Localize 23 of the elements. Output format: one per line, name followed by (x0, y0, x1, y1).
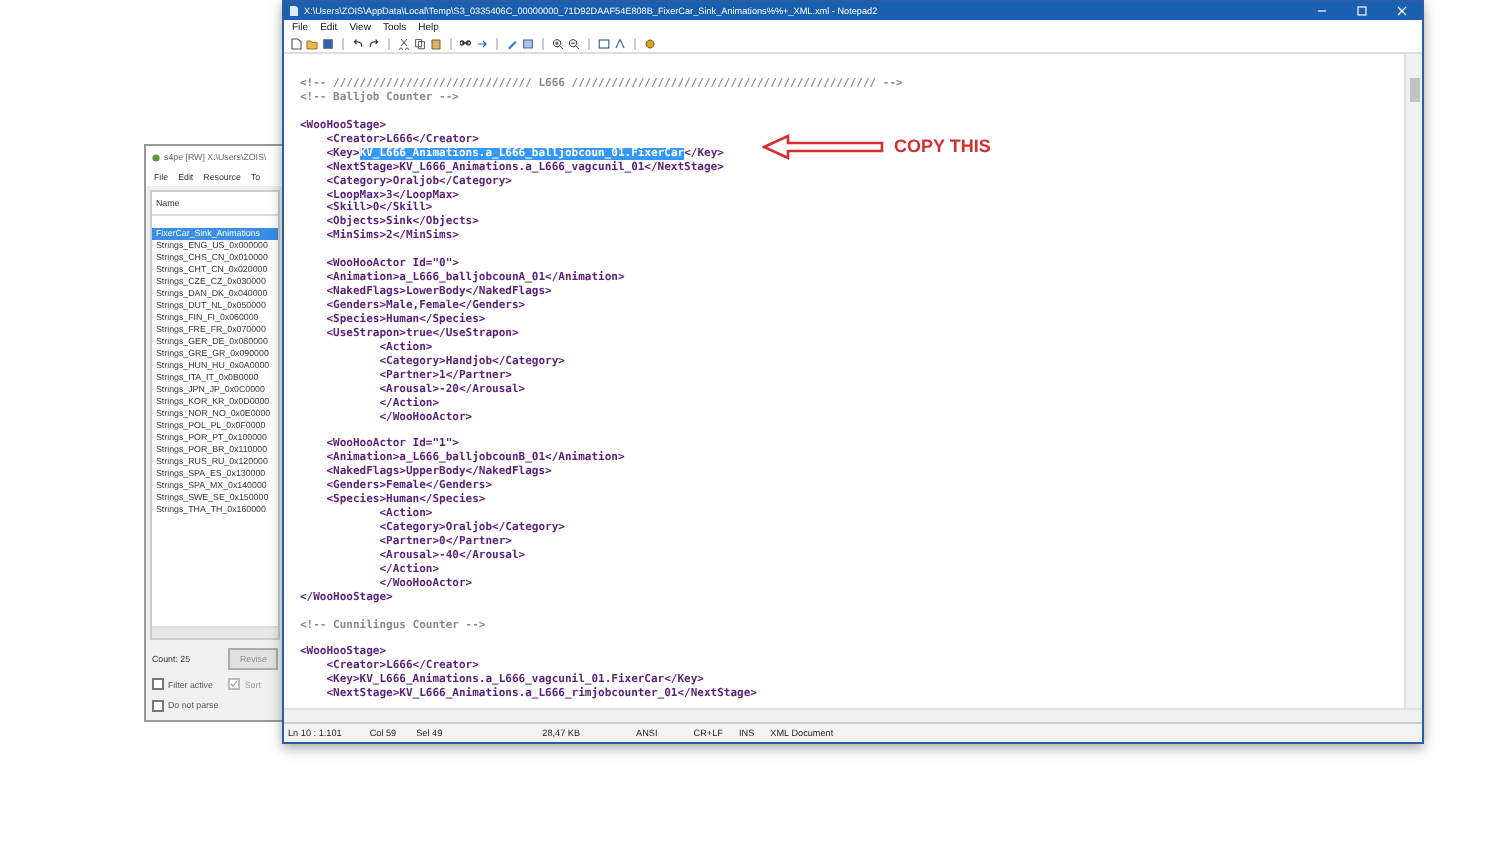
redo-icon[interactable] (368, 37, 380, 49)
find-icon[interactable] (460, 37, 472, 49)
undo-icon[interactable] (352, 37, 364, 49)
new-file-icon[interactable] (290, 37, 302, 49)
annotation-text: COPY THIS (894, 136, 991, 156)
cut-icon[interactable] (398, 37, 410, 49)
copy-icon[interactable] (414, 37, 426, 49)
zoom-in-icon[interactable] (552, 37, 564, 49)
checkmark-icon (230, 680, 239, 689)
horizontal-scrollbar[interactable] (152, 626, 278, 638)
zoom-out-icon[interactable] (568, 37, 580, 49)
arrow-icon (762, 134, 884, 160)
open-folder-icon[interactable] (306, 37, 318, 49)
vertical-scrollbar[interactable] (1404, 54, 1422, 708)
horizontal-scrollbar[interactable] (284, 708, 1422, 722)
document-icon (290, 6, 298, 16)
select-icon[interactable] (522, 37, 534, 49)
paste-icon[interactable] (430, 37, 442, 49)
window-icon[interactable] (598, 37, 610, 49)
edit-icon[interactable] (506, 37, 518, 49)
replace-icon[interactable] (476, 37, 488, 49)
save-icon[interactable] (322, 37, 334, 49)
app-logo-icon (152, 153, 160, 161)
